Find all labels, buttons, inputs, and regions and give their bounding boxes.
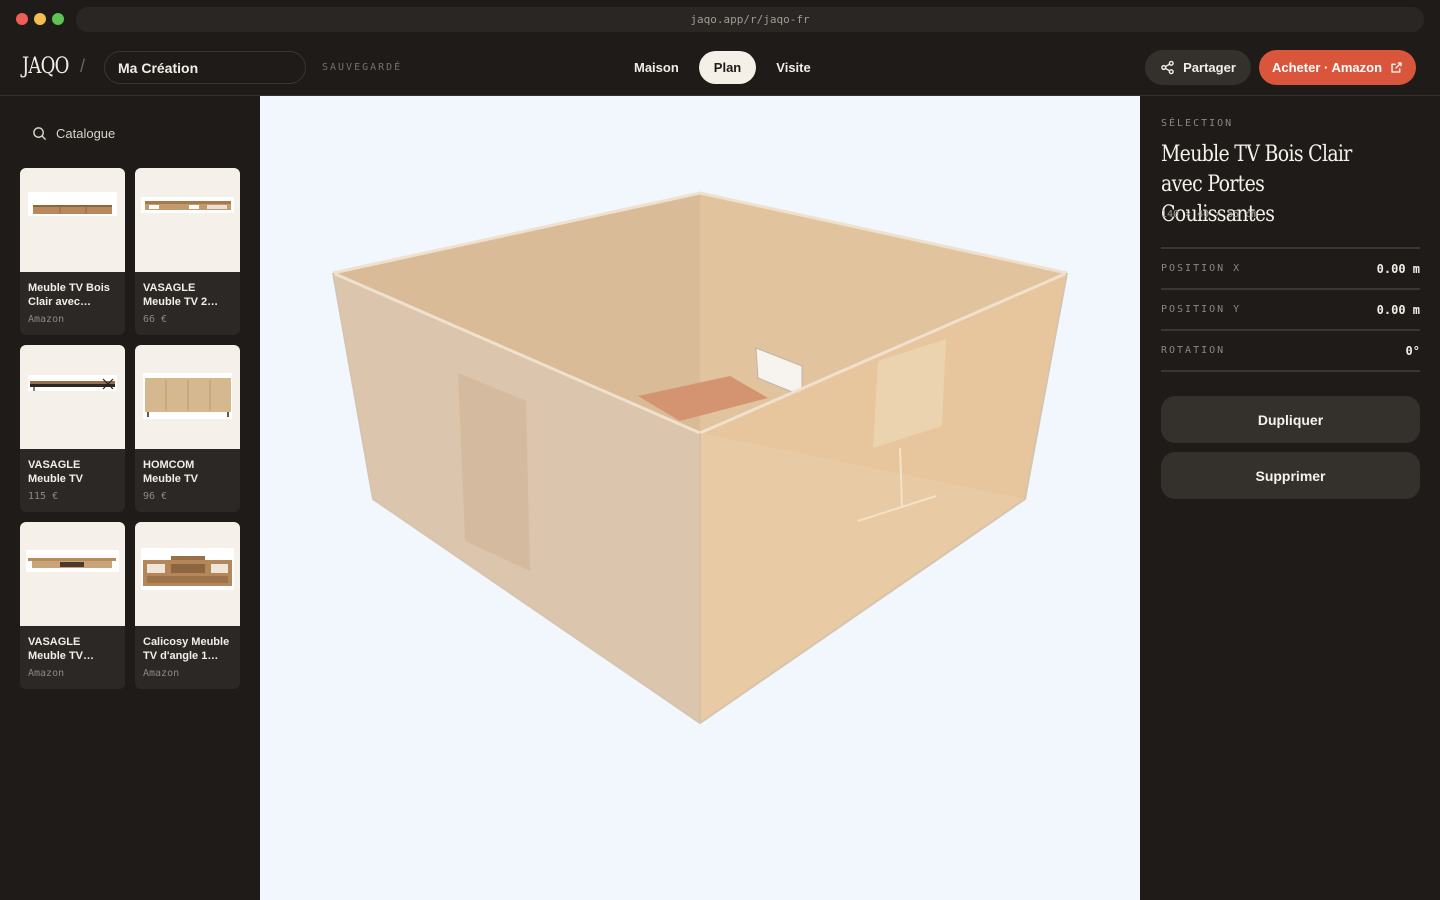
project-name-input[interactable]: [104, 51, 306, 84]
catalog-grid: Meuble TV Bois Clair avec… Amazon VASAGL…: [20, 168, 240, 689]
share-icon: [1161, 60, 1174, 75]
product-thumbnail: [135, 168, 240, 272]
product-price: Amazon: [28, 314, 65, 325]
product-title: Calicosy Meuble TV d'angle 1…: [143, 636, 230, 662]
selection-dimensions: 140 × 40 × 55 cm: [1161, 209, 1258, 220]
close-window-button[interactable]: [16, 13, 28, 25]
external-link-icon: [1391, 62, 1402, 73]
minimize-window-button[interactable]: [34, 13, 46, 25]
view-mode-tabs: Maison Plan Visite: [620, 51, 825, 84]
product-thumbnail: [20, 345, 125, 449]
property-value[interactable]: 0.00 m: [1377, 262, 1420, 276]
product-title: HOMCOM Meuble TV Ban…: [143, 459, 199, 485]
breadcrumb-separator: /: [80, 56, 86, 76]
property-value[interactable]: 0°: [1406, 344, 1420, 358]
share-button-label: Partager: [1183, 60, 1236, 75]
jaqo-logo[interactable]: JAQO: [22, 54, 69, 79]
product-price: Amazon: [28, 668, 65, 679]
product-thumbnail: [20, 522, 125, 626]
catalog-item[interactable]: VASAGLE Meuble TV… Amazon: [20, 522, 125, 689]
property-value[interactable]: 0.00 m: [1377, 303, 1420, 317]
tab-visite[interactable]: Visite: [762, 51, 824, 84]
door-outline: [458, 373, 530, 571]
product-price: 66 €: [143, 314, 168, 325]
product-title: Meuble TV Bois Clair avec…: [28, 282, 110, 308]
save-status: SAUVEGARDÉ: [322, 62, 403, 73]
product-thumbnail: [135, 345, 240, 449]
duplicate-button[interactable]: Dupliquer: [1161, 396, 1420, 443]
product-title: VASAGLE Meuble TV…: [28, 636, 95, 662]
property-position-y[interactable]: POSITION Y 0.00 m: [1161, 290, 1420, 331]
property-key: ROTATION: [1161, 345, 1226, 356]
catalog-search[interactable]: Catalogue: [32, 126, 115, 141]
product-price: 115 €: [28, 491, 59, 502]
tab-plan[interactable]: Plan: [698, 51, 757, 84]
product-price: 96 €: [143, 491, 168, 502]
tab-maison[interactable]: Maison: [620, 51, 693, 84]
address-bar[interactable]: jaqo.app/r/jaqo-fr: [76, 7, 1424, 32]
browser-chrome: jaqo.app/r/jaqo-fr: [0, 0, 1440, 39]
product-thumbnail: [20, 168, 125, 272]
property-position-x[interactable]: POSITION X 0.00 m: [1161, 249, 1420, 290]
catalog-item[interactable]: VASAGLE Meuble TV 2… 66 €: [135, 168, 240, 335]
product-thumbnail: [135, 522, 240, 626]
buy-amazon-button[interactable]: Acheter · Amazon: [1259, 50, 1416, 85]
maximize-window-button[interactable]: [52, 13, 64, 25]
buy-button-label: Acheter · Amazon: [1271, 60, 1383, 75]
selection-panel: SÉLECTION Meuble TV Bois Clair avec Port…: [1140, 96, 1440, 900]
catalog-label: Catalogue: [56, 126, 116, 141]
room-3d-viewport[interactable]: [260, 96, 1140, 900]
selection-label: SÉLECTION: [1161, 118, 1234, 129]
product-title: VASAGLE Meuble TV pou…: [28, 459, 84, 485]
room-render: [332, 191, 1068, 725]
catalog-item[interactable]: VASAGLE Meuble TV pou… 115 €: [20, 345, 125, 512]
catalog-item[interactable]: Calicosy Meuble TV d'angle 1… Amazon: [135, 522, 240, 689]
property-list: POSITION X 0.00 m POSITION Y 0.00 m ROTA…: [1161, 247, 1420, 372]
catalog-sidebar: Catalogue Meuble TV Bois Clair avec… Ama…: [0, 96, 260, 900]
product-title: VASAGLE Meuble TV 2…: [143, 282, 219, 308]
property-key: POSITION Y: [1161, 304, 1242, 315]
delete-button[interactable]: Supprimer: [1161, 452, 1420, 499]
share-button[interactable]: Partager: [1145, 50, 1251, 85]
catalog-item[interactable]: HOMCOM Meuble TV Ban… 96 €: [135, 345, 240, 512]
search-icon: [33, 127, 47, 141]
property-key: POSITION X: [1161, 263, 1242, 274]
product-price: Amazon: [143, 668, 180, 679]
catalog-item[interactable]: Meuble TV Bois Clair avec… Amazon: [20, 168, 125, 335]
app-header: JAQO / SAUVEGARDÉ Maison Plan Visite Par…: [0, 39, 1440, 96]
property-rotation[interactable]: ROTATION 0°: [1161, 331, 1420, 372]
